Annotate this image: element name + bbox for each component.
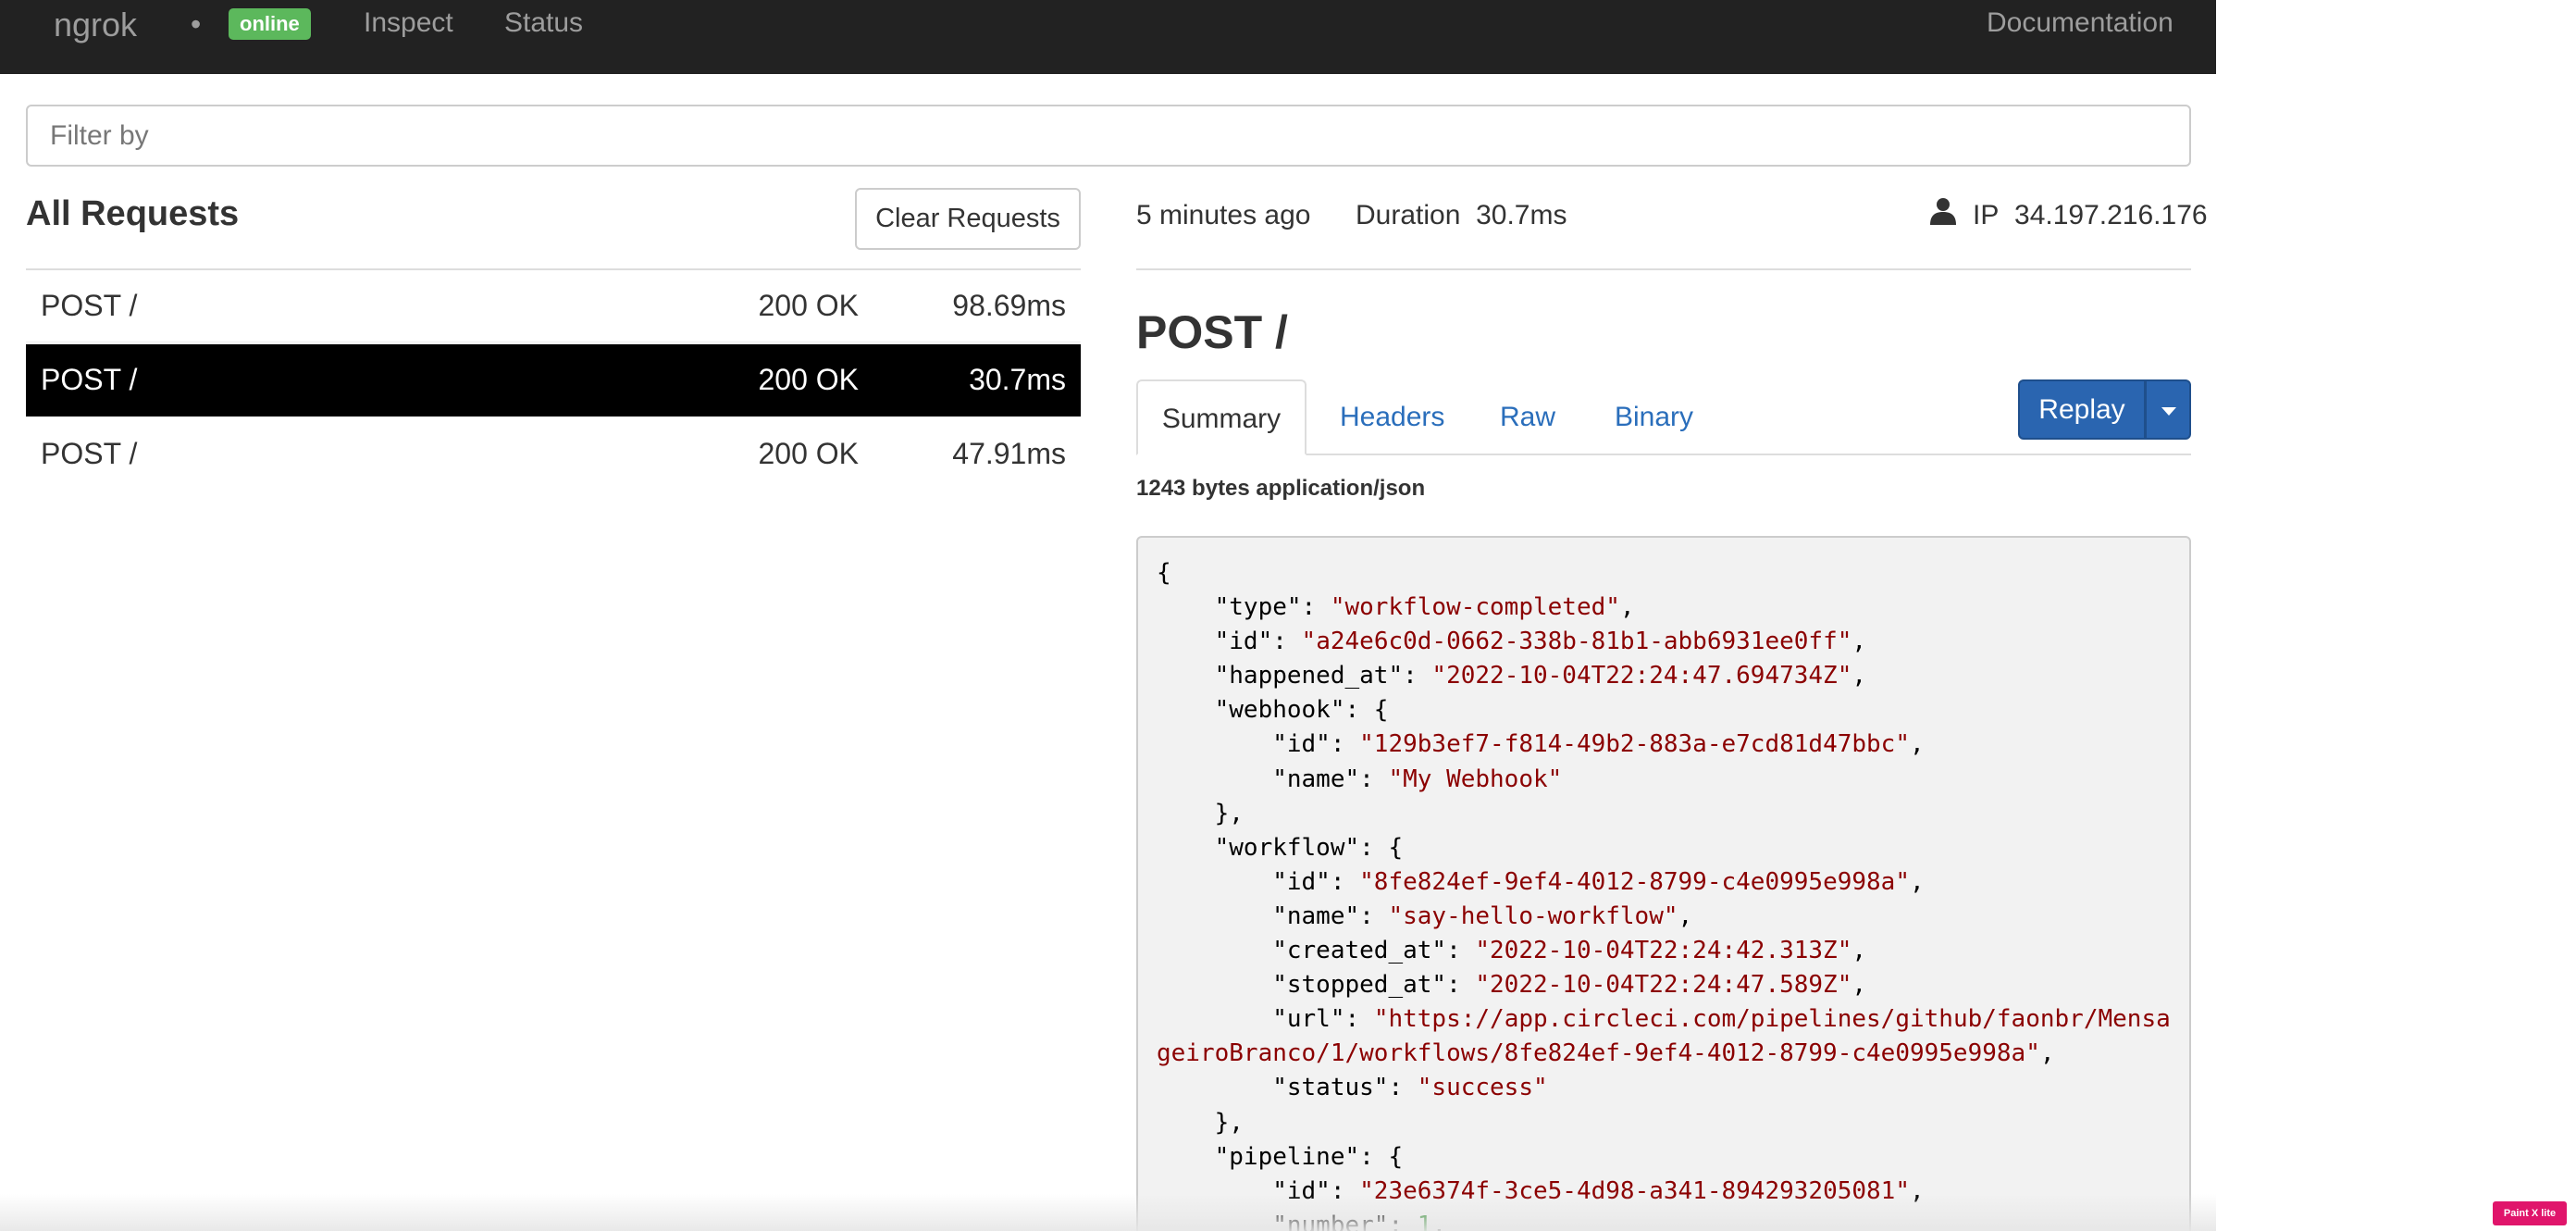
caret-down-icon xyxy=(2161,407,2176,416)
json-token: , xyxy=(1852,628,1867,656)
tab-headers[interactable]: Headers xyxy=(1340,379,1444,455)
status-dot: • xyxy=(191,7,202,41)
json-token: "My Webhook" xyxy=(1388,765,1563,793)
request-time-ago: 5 minutes ago xyxy=(1136,200,1311,230)
replay-button[interactable]: Replay xyxy=(2018,379,2146,440)
request-duration-meta: Duration 30.7ms xyxy=(1356,200,1567,231)
json-token: "id": xyxy=(1157,730,1360,759)
json-token: "129b3ef7-f814-49b2-883a-e7cd81d47bbc" xyxy=(1359,730,1910,759)
json-token: , xyxy=(1852,971,1867,1000)
request-status: 200 OK xyxy=(758,363,859,396)
json-token: , xyxy=(1619,593,1635,622)
json-token: "success" xyxy=(1417,1074,1548,1102)
json-token: { xyxy=(1157,559,1171,587)
json-token: geiroBranco/1/workflows/8fe824ef-9ef4-40… xyxy=(1157,1039,2040,1068)
json-token: "id": xyxy=(1157,867,1360,896)
body-size-type: 1243 bytes application/json xyxy=(1136,476,1426,501)
json-token: "8fe824ef-9ef4-4012-8799-c4e0995e998a" xyxy=(1359,867,1910,896)
request-duration: 30.7ms xyxy=(969,363,1066,396)
blank-area xyxy=(2216,0,2576,1231)
client-ip-meta: IP 34.197.216.176 xyxy=(1973,200,2208,231)
json-token: , xyxy=(1909,730,1925,759)
request-duration: 98.69ms xyxy=(952,289,1066,322)
json-token: }, xyxy=(1157,799,1244,827)
bottom-fade xyxy=(0,1194,2216,1231)
request-status: 200 OK xyxy=(758,437,859,470)
top-navbar: ngrok • online Inspect Status Documentat… xyxy=(0,0,2216,74)
nav-documentation-link[interactable]: Documentation xyxy=(1987,7,2174,39)
request-method-path: POST / xyxy=(41,437,138,470)
json-token: }, xyxy=(1157,1108,1244,1137)
request-row[interactable]: POST / 200 OK 47.91ms xyxy=(26,418,1081,491)
detail-divider xyxy=(1136,268,2191,270)
json-token: , xyxy=(1852,662,1867,690)
json-body-code: { "type": "workflow-completed", "id": "a… xyxy=(1138,538,2189,1231)
json-token: "https://app.circleci.com/pipelines/gith… xyxy=(1373,1005,2171,1034)
duration-value: 30.7ms xyxy=(1476,200,1567,230)
online-status-badge: online xyxy=(229,8,311,40)
json-token: "created_at": xyxy=(1157,937,1476,965)
json-token: "type": xyxy=(1157,593,1331,622)
tab-binary[interactable]: Binary xyxy=(1615,379,1693,455)
json-token: "2022-10-04T22:24:47.694734Z" xyxy=(1431,662,1852,690)
json-body-panel[interactable]: { "type": "workflow-completed", "id": "a… xyxy=(1136,536,2191,1231)
replay-dropdown-toggle[interactable] xyxy=(2146,379,2191,440)
json-token: "happened_at": xyxy=(1157,662,1432,690)
request-method-path: POST / xyxy=(41,289,138,322)
ngrok-inspector-page: ngrok • online Inspect Status Documentat… xyxy=(0,0,2216,1231)
tab-raw[interactable]: Raw xyxy=(1500,379,1555,455)
tab-summary[interactable]: Summary xyxy=(1136,379,1307,455)
user-icon xyxy=(1930,198,1956,225)
json-token: "stopped_at": xyxy=(1157,971,1476,1000)
json-token: "workflow": { xyxy=(1157,833,1404,862)
json-token: "id": xyxy=(1157,628,1302,656)
json-token: "workflow-completed" xyxy=(1330,593,1620,622)
json-token: "a24e6c0d-0662-338b-81b1-abb6931ee0ff" xyxy=(1301,628,1852,656)
nav-status-link[interactable]: Status xyxy=(504,7,583,39)
request-duration: 47.91ms xyxy=(952,437,1066,470)
brand-logo[interactable]: ngrok xyxy=(54,6,137,44)
json-token: "say-hello-workflow" xyxy=(1388,901,1678,930)
clear-requests-button[interactable]: Clear Requests xyxy=(855,188,1081,250)
json-token: , xyxy=(1909,867,1925,896)
json-token: , xyxy=(1852,937,1867,965)
json-token: "url": xyxy=(1157,1005,1374,1034)
all-requests-heading: All Requests xyxy=(26,194,240,233)
nav-inspect-link[interactable]: Inspect xyxy=(364,7,453,39)
ip-label: IP xyxy=(1973,200,2000,230)
ip-value: 34.197.216.176 xyxy=(2014,200,2208,230)
request-row-selected[interactable]: POST / 200 OK 30.7ms xyxy=(26,344,1081,417)
filter-input[interactable] xyxy=(26,105,2191,167)
json-token: "webhook": { xyxy=(1157,696,1389,725)
request-row[interactable]: POST / 200 OK 98.69ms xyxy=(26,270,1081,342)
json-token: "status": xyxy=(1157,1074,1418,1102)
request-status: 200 OK xyxy=(758,289,859,322)
json-token: "pipeline": { xyxy=(1157,1142,1404,1171)
json-token: "name": xyxy=(1157,901,1389,930)
request-method-path: POST / xyxy=(41,363,138,396)
json-token: , xyxy=(1678,901,1693,930)
json-token: "2022-10-04T22:24:42.313Z" xyxy=(1475,937,1852,965)
request-title: POST / xyxy=(1136,306,1288,358)
json-token: "2022-10-04T22:24:47.589Z" xyxy=(1475,971,1852,1000)
duration-label: Duration xyxy=(1356,200,1461,230)
json-token: "name": xyxy=(1157,765,1389,793)
overlay-app-badge: Paint X lite xyxy=(2493,1201,2567,1225)
json-token: , xyxy=(2039,1039,2055,1068)
